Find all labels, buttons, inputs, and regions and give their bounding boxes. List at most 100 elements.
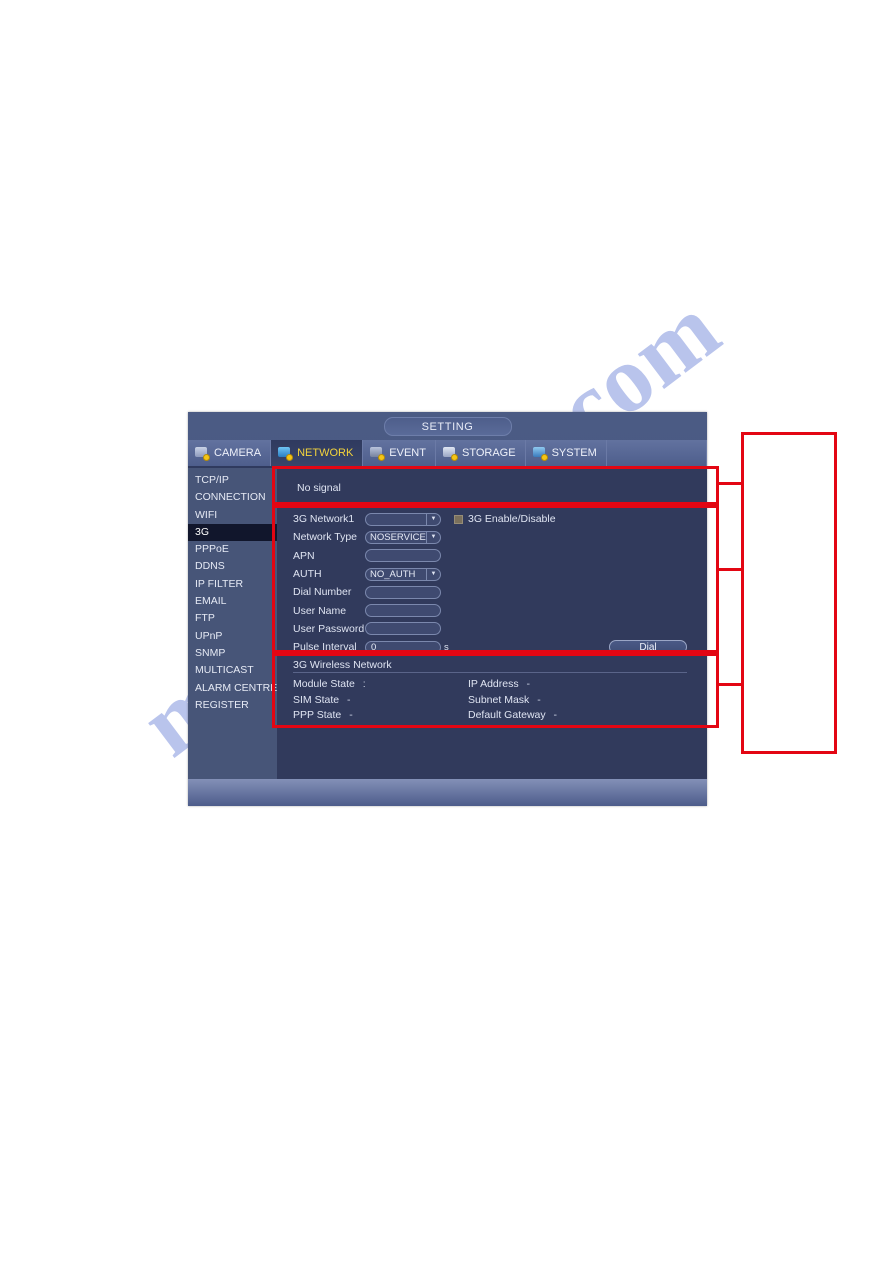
sim-state-value: - [347, 693, 351, 706]
network-type-select[interactable]: NOSERVICE ▼ [365, 530, 441, 544]
auth-select[interactable]: NO_AUTH ▼ [365, 567, 441, 581]
ppp-state-value: - [349, 709, 353, 722]
tab-bar-filler [606, 440, 707, 466]
network1-select[interactable]: ▼ [365, 512, 441, 526]
system-icon [532, 446, 548, 461]
sidebar-item-wifi[interactable]: WIFI [188, 507, 277, 524]
wireless-status-block: 3G Wireless Network Module State : SIM S… [293, 659, 687, 725]
tab-event[interactable]: EVENT [363, 440, 436, 466]
default-gateway-label: Default Gateway [468, 709, 546, 722]
form-row-network-type: Network Type NOSERVICE ▼ [293, 528, 707, 546]
sidebar-item-email[interactable]: EMAIL [188, 593, 277, 610]
settings-content: No signal 3G Network1 ▼ 3G Enable/Disabl… [277, 468, 707, 806]
annotation-connector-signal [719, 482, 743, 485]
ppp-state-row: PPP State - [293, 709, 468, 725]
3g-form: 3G Network1 ▼ 3G Enable/Disable Network … [277, 508, 707, 656]
chevron-down-icon: ▼ [426, 568, 440, 580]
3g-enable-label: 3G Enable/Disable [468, 513, 556, 526]
pulse-interval-label: Pulse Interval [293, 641, 357, 654]
tab-camera-label: CAMERA [214, 447, 262, 459]
apn-label: APN [293, 549, 315, 562]
network1-control: ▼ [365, 512, 441, 526]
subnet-mask-label: Subnet Mask [468, 693, 530, 706]
3g-enable-group[interactable]: 3G Enable/Disable [454, 513, 556, 525]
subnet-mask-row: Subnet Mask - [468, 694, 643, 710]
sidebar-item-alarm-centre[interactable]: ALARM CENTRE [188, 680, 277, 697]
user-password-label: User Password [293, 622, 365, 635]
sidebar-item-ftp[interactable]: FTP [188, 610, 277, 627]
dial-number-label: Dial Number [293, 586, 352, 599]
tab-system-label: SYSTEM [551, 447, 597, 459]
wireless-status-col-left: Module State : SIM State - PPP State - [293, 678, 468, 725]
signal-status-area: No signal [277, 468, 707, 508]
tab-event-label: EVENT [389, 447, 426, 459]
chevron-down-icon: ▼ [426, 531, 440, 543]
signal-status-text: No signal [297, 482, 341, 494]
apn-input[interactable] [365, 549, 441, 563]
dialog-titlebar: SETTING [188, 412, 707, 440]
sidebar-item-register[interactable]: REGISTER [188, 697, 277, 714]
camera-icon [195, 446, 210, 461]
pulse-interval-control: 0 [365, 640, 441, 654]
wireless-status-title: 3G Wireless Network [293, 659, 687, 674]
dial-button[interactable]: Dial [609, 640, 687, 654]
module-state-label: Module State [293, 678, 355, 691]
subnet-mask-value: - [537, 693, 541, 706]
sidebar-item-pppoe[interactable]: PPPoE [188, 541, 277, 558]
network-type-control: NOSERVICE ▼ [365, 530, 441, 544]
sim-state-row: SIM State - [293, 694, 468, 710]
default-gateway-value: - [553, 709, 558, 722]
annotation-target-frame [741, 432, 837, 754]
form-row-auth: AUTH NO_AUTH ▼ [293, 565, 707, 583]
wireless-status-col-right: IP Address - Subnet Mask - Default Gatew… [468, 678, 643, 725]
sim-state-label: SIM State [293, 693, 340, 706]
dialog-body: TCP/IP CONNECTION WIFI 3G PPPoE DDNS IP … [188, 468, 707, 806]
sidebar-item-ddns[interactable]: DDNS [188, 558, 277, 575]
user-name-input[interactable] [365, 604, 441, 618]
default-gateway-row: Default Gateway - [468, 709, 643, 725]
network1-label: 3G Network1 [293, 513, 355, 526]
network-type-label: Network Type [293, 531, 357, 544]
tab-storage-label: STORAGE [461, 447, 516, 459]
storage-icon [442, 446, 458, 461]
user-name-control [365, 604, 441, 618]
ip-address-label: IP Address [468, 678, 519, 691]
tab-storage[interactable]: STORAGE [435, 440, 526, 466]
tab-system[interactable]: SYSTEM [525, 440, 607, 466]
tab-bar: CAMERA NETWORK EVENT STORAGE SYSTEM [188, 440, 707, 468]
user-name-label: User Name [293, 604, 347, 617]
annotation-connector-form [719, 568, 743, 571]
annotation-connector-status [719, 683, 743, 686]
sidebar-item-3g[interactable]: 3G [188, 523, 277, 542]
module-state-row: Module State : [293, 678, 468, 694]
sidebar-item-tcpip[interactable]: TCP/IP [188, 472, 277, 489]
setting-dialog: SETTING CAMERA NETWORK EVENT STORAGE SYS… [188, 412, 707, 806]
tab-network[interactable]: NETWORK [271, 440, 364, 466]
pulse-interval-input[interactable]: 0 [365, 640, 441, 654]
settings-sidebar: TCP/IP CONNECTION WIFI 3G PPPoE DDNS IP … [188, 468, 277, 806]
sidebar-item-connection[interactable]: CONNECTION [188, 489, 277, 506]
pulse-interval-unit: s [444, 641, 449, 653]
wireless-status-grid: Module State : SIM State - PPP State - I… [293, 673, 687, 725]
network-icon [278, 446, 294, 461]
sidebar-item-ip-filter[interactable]: IP FILTER [188, 576, 277, 593]
3g-enable-checkbox[interactable] [454, 514, 463, 524]
sidebar-item-upnp[interactable]: UPnP [188, 628, 277, 645]
ip-address-row: IP Address - [468, 678, 643, 694]
user-password-input[interactable] [365, 622, 441, 636]
tab-camera[interactable]: CAMERA [188, 440, 272, 466]
dialog-title: SETTING [383, 417, 512, 436]
form-row-apn: APN [293, 547, 707, 565]
event-icon [370, 446, 386, 461]
apn-control [365, 549, 441, 563]
network-type-value: NOSERVICE [370, 531, 426, 543]
ip-address-value: - [526, 678, 531, 691]
sidebar-item-multicast[interactable]: MULTICAST [188, 662, 277, 679]
sidebar-item-snmp[interactable]: SNMP [188, 645, 277, 662]
form-row-user-password: User Password [293, 620, 707, 638]
module-state-value: : [362, 678, 366, 691]
user-password-control [365, 622, 441, 636]
dial-number-input[interactable] [365, 585, 441, 599]
tab-network-label: NETWORK [297, 447, 354, 459]
dial-number-control [365, 585, 441, 599]
